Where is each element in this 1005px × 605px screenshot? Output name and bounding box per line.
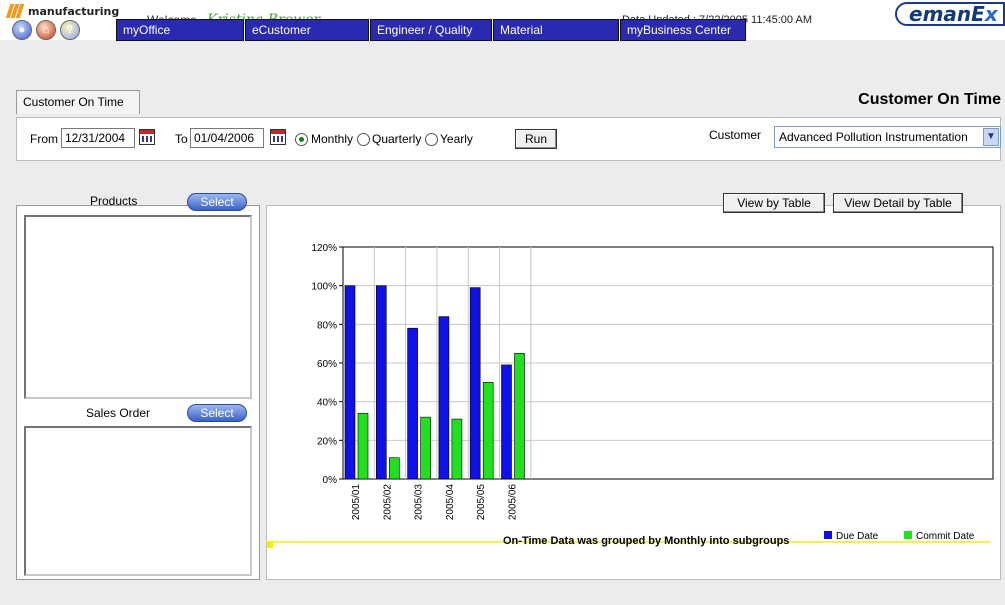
customer-select-value: Advanced Pollution Instrumentation xyxy=(779,130,968,144)
nav-mybusiness-center[interactable]: myBusiness Center xyxy=(620,19,746,41)
from-calendar-icon[interactable] xyxy=(139,129,155,145)
help-icon[interactable]: ? xyxy=(60,20,80,40)
to-calendar-icon[interactable] xyxy=(270,129,286,145)
from-date-input[interactable] xyxy=(61,128,135,148)
home-icon[interactable]: ⌂ xyxy=(36,20,56,40)
radio-quarterly[interactable] xyxy=(357,133,370,146)
view-detail-by-table-button[interactable]: View Detail by Table xyxy=(833,193,963,213)
to-label: To xyxy=(175,132,188,146)
sales-order-select-button[interactable]: Select xyxy=(187,404,247,422)
radio-monthly[interactable] xyxy=(295,133,308,146)
logo-x: x xyxy=(984,2,998,26)
emanex-logo[interactable]: emanEx xyxy=(895,2,1005,26)
sales-order-label: Sales Order xyxy=(86,406,151,420)
view-by-table-button[interactable]: View by Table xyxy=(723,193,825,213)
products-label-text: Products xyxy=(90,194,138,208)
customer-label: Customer xyxy=(709,128,762,142)
brand-name: manufacturing xyxy=(28,4,120,18)
run-button[interactable]: Run xyxy=(515,129,557,149)
radio-quarterly-label: Quarterly xyxy=(372,132,422,146)
brand: manufacturing xyxy=(5,4,120,18)
page-title: Customer On Time xyxy=(858,91,1001,108)
radio-monthly-label: Monthly xyxy=(311,132,354,146)
filter-bar: From To Monthly Quarterly Yearly Run Cus… xyxy=(16,117,1001,161)
sales-order-listbox[interactable] xyxy=(24,426,252,576)
logo-text: emanE xyxy=(909,2,985,26)
from-label: From xyxy=(30,132,58,146)
radio-yearly-label: Yearly xyxy=(440,132,473,146)
nav-engineer-quality[interactable]: Engineer / Quality xyxy=(370,19,492,41)
chart-panel xyxy=(266,205,1001,580)
to-date-input[interactable] xyxy=(190,128,264,148)
nav-myoffice[interactable]: myOffice xyxy=(116,19,244,41)
nav-material[interactable]: Material xyxy=(493,19,619,41)
user-icon[interactable]: ● xyxy=(12,20,32,40)
nav-ecustomer[interactable]: eCustomer xyxy=(245,19,369,41)
products-select-button[interactable]: Select xyxy=(187,193,247,211)
tab-customer-on-time[interactable]: Customer On Time xyxy=(16,90,140,114)
chevron-down-icon[interactable]: ▼ xyxy=(983,128,999,146)
customer-select[interactable]: Advanced Pollution Instrumentation ▼ xyxy=(774,126,1001,148)
brand-logo-icon xyxy=(5,4,26,18)
radio-yearly[interactable] xyxy=(425,133,438,146)
products-listbox[interactable] xyxy=(24,215,252,399)
